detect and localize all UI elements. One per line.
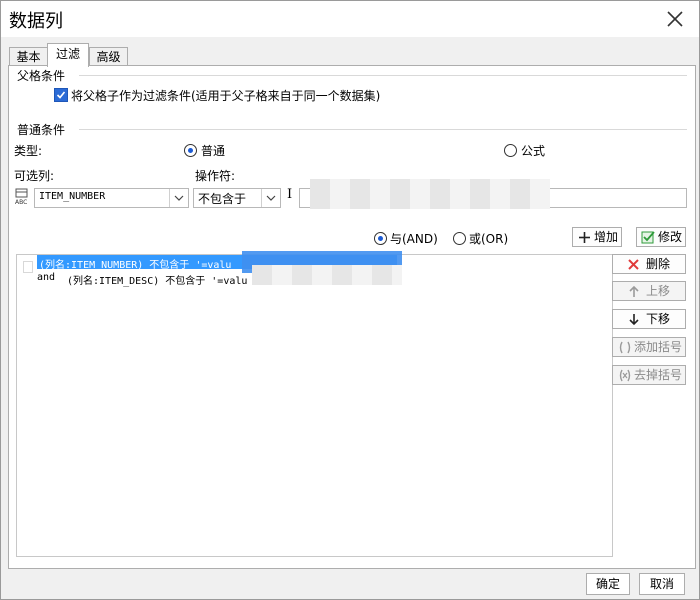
redacted-region: [310, 179, 550, 209]
condition-list[interactable]: (列名:ITEM_NUMBER) 不包含于 '=valu and (列名:ITE…: [16, 251, 613, 557]
column-select[interactable]: ITEM_NUMBER: [34, 188, 189, 208]
title-bar: 数据列: [1, 1, 699, 37]
close-button[interactable]: [663, 7, 687, 31]
tab-advanced[interactable]: 高级: [89, 47, 128, 66]
operator-select[interactable]: 不包含于: [193, 188, 281, 208]
and-radio[interactable]: [374, 232, 387, 245]
condition-text: (列名:ITEM_NUMBER) 不包含于 '=valu: [39, 260, 232, 271]
normal-condition-label: 普通条件: [17, 123, 66, 137]
delete-button[interactable]: 删除: [612, 254, 686, 274]
value-text: I: [287, 187, 293, 202]
ok-button[interactable]: 确定: [586, 573, 630, 595]
tab-filter[interactable]: 过滤: [47, 43, 89, 67]
parent-filter-checkbox[interactable]: [54, 88, 68, 102]
add-button[interactable]: 增加: [572, 227, 622, 247]
parent-condition-label: 父格条件: [17, 69, 66, 83]
condition-text: (列名:ITEM_DESC) 不包含于 '=valu: [67, 276, 248, 287]
arrow-down-icon: [629, 314, 639, 326]
tab-basic[interactable]: 基本: [9, 47, 48, 66]
operator-select-value: 不包含于: [198, 192, 247, 206]
type-normal-label: 普通: [201, 144, 226, 158]
bracket-icon: [619, 341, 631, 354]
move-down-button[interactable]: 下移: [612, 309, 686, 329]
plus-icon: [579, 232, 590, 243]
check-icon: [56, 91, 66, 99]
or-label: 或(OR): [469, 232, 509, 246]
cancel-button[interactable]: 取消: [639, 573, 685, 595]
divider: [79, 129, 687, 130]
divider: [79, 75, 687, 76]
close-icon: [667, 11, 683, 27]
value-input[interactable]: [299, 179, 687, 209]
arrow-up-icon: [629, 285, 639, 297]
type-formula-label: 公式: [521, 144, 546, 158]
tree-line: [23, 261, 33, 273]
parent-filter-checkbox-label: 将父格子作为过滤条件(适用于父子格来自于同一个数据集): [71, 89, 381, 103]
dialog-title: 数据列: [9, 11, 63, 32]
type-label: 类型:: [14, 144, 43, 158]
condition-prefix: and: [37, 272, 56, 283]
column-label: 可选列:: [14, 169, 55, 183]
modify-button[interactable]: 修改: [636, 227, 686, 247]
delete-icon: [628, 259, 639, 270]
abc-column-icon: ABC: [14, 188, 32, 206]
svg-text:ABC: ABC: [15, 199, 27, 206]
type-normal-radio[interactable]: [184, 144, 197, 157]
remove-bracket-button[interactable]: 去掉括号: [612, 365, 686, 385]
remove-bracket-icon: [619, 369, 631, 382]
edit-icon: [641, 231, 655, 244]
type-formula-radio[interactable]: [504, 144, 517, 157]
add-bracket-button[interactable]: 添加括号: [612, 337, 686, 357]
chevron-down-icon: [174, 195, 184, 201]
column-select-value: ITEM_NUMBER: [39, 191, 106, 202]
or-radio[interactable]: [453, 232, 466, 245]
list-item[interactable]: and (列名:ITEM_DESC) 不包含于 '=valu: [37, 271, 417, 287]
chevron-down-icon: [266, 195, 276, 201]
and-label: 与(AND): [390, 232, 438, 246]
move-up-button[interactable]: 上移: [612, 281, 686, 301]
data-column-dialog: 数据列 基本 过滤 高级 父格条件 将父格子作为过滤条件(适用于父子格来自于同一…: [0, 0, 700, 600]
operator-label: 操作符:: [195, 169, 236, 183]
